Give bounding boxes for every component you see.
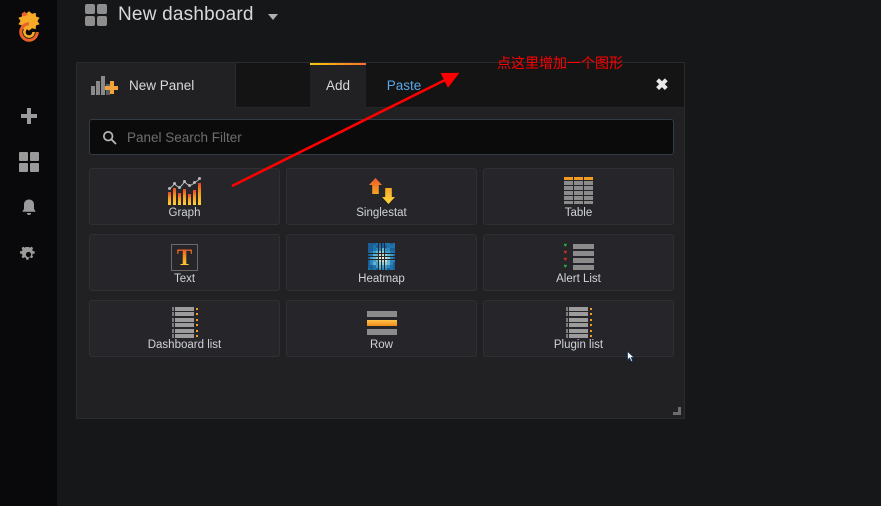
graph-icon: [166, 175, 204, 205]
singlestat-arrows-icon: [366, 175, 398, 205]
bell-icon: [21, 199, 36, 215]
panel-search-filter[interactable]: [89, 119, 674, 155]
panel-type-row[interactable]: Row: [286, 300, 477, 357]
chevron-down-icon[interactable]: [267, 14, 278, 20]
grafana-add-panel-screen: New dashboard New Panel Add Paste ✖ Pane…: [0, 0, 881, 506]
panel-type-plugin-list[interactable]: Plugin list: [483, 300, 674, 357]
row-bars-icon: [366, 307, 397, 337]
grafana-logo-icon[interactable]: [0, 0, 57, 52]
panel-type-table[interactable]: Table: [483, 168, 674, 225]
panel-type-heatmap[interactable]: Heatmap: [286, 234, 477, 291]
tab-paste-label: Paste: [386, 78, 422, 93]
search-icon: [102, 130, 117, 144]
panel-type-text[interactable]: T Text: [89, 234, 280, 291]
new-panel-label: New Panel: [129, 78, 195, 93]
tab-add-label: Add: [325, 78, 351, 93]
add-panel-tabbar: New Panel Add Paste ✖: [77, 63, 684, 108]
sidebar-item-alerting[interactable]: [0, 186, 57, 230]
plus-icon: [20, 108, 37, 124]
gear-icon: [20, 246, 35, 260]
search-input[interactable]: [127, 129, 647, 145]
dashboard-list-icon: [171, 306, 198, 339]
dashboards-grid-icon: [18, 152, 39, 172]
panel-type-singlestat[interactable]: Singlestat: [286, 168, 477, 225]
panel-type-label: Dashboard list: [147, 338, 222, 351]
add-panel-container: New Panel Add Paste ✖ Panel Search Filte…: [76, 62, 685, 419]
resize-handle-icon[interactable]: [673, 407, 681, 415]
new-panel-header: New Panel: [77, 63, 236, 108]
heatmap-grid-icon: [367, 241, 396, 271]
tab-paste[interactable]: Paste: [374, 63, 434, 108]
panel-type-label: Graph: [168, 206, 201, 219]
panel-type-label: Heatmap: [358, 272, 405, 285]
text-t-icon: T: [171, 241, 198, 271]
plugin-list-icon: [565, 306, 592, 339]
panel-type-graph[interactable]: Graph: [89, 168, 280, 225]
top-header: New dashboard: [57, 0, 881, 40]
panel-type-dashboard-list[interactable]: Dashboard list: [89, 300, 280, 357]
sidebar-item-create[interactable]: [0, 94, 57, 138]
panel-type-label: Table: [564, 206, 593, 219]
alert-list-icon: ♥ ♥ ♥ ♥: [564, 241, 594, 271]
sidebar-item-dashboards[interactable]: [0, 140, 57, 184]
panel-type-label: Row: [369, 338, 393, 351]
bar-chart-plus-icon: [91, 76, 118, 95]
sidebar-item-configuration[interactable]: [0, 232, 57, 276]
page-title: New dashboard: [118, 4, 254, 25]
panel-type-label: Singlestat: [356, 206, 407, 219]
left-sidebar: [0, 0, 57, 506]
table-grid-icon: [563, 175, 594, 205]
dashboard-grid-icon: [85, 4, 107, 26]
panel-type-label: Alert List: [556, 272, 601, 285]
panel-type-label: Plugin list: [553, 338, 604, 351]
panel-type-label: Text: [173, 272, 196, 285]
tab-add[interactable]: Add: [310, 63, 366, 108]
panel-type-alert-list[interactable]: ♥ ♥ ♥ ♥ Alert List: [483, 234, 674, 291]
close-icon[interactable]: ✖: [652, 76, 672, 96]
panel-type-grid: Graph Singlestat Table T Text Heatmap ♥ …: [89, 168, 674, 357]
dashboard-title-menu[interactable]: New dashboard: [85, 4, 278, 26]
